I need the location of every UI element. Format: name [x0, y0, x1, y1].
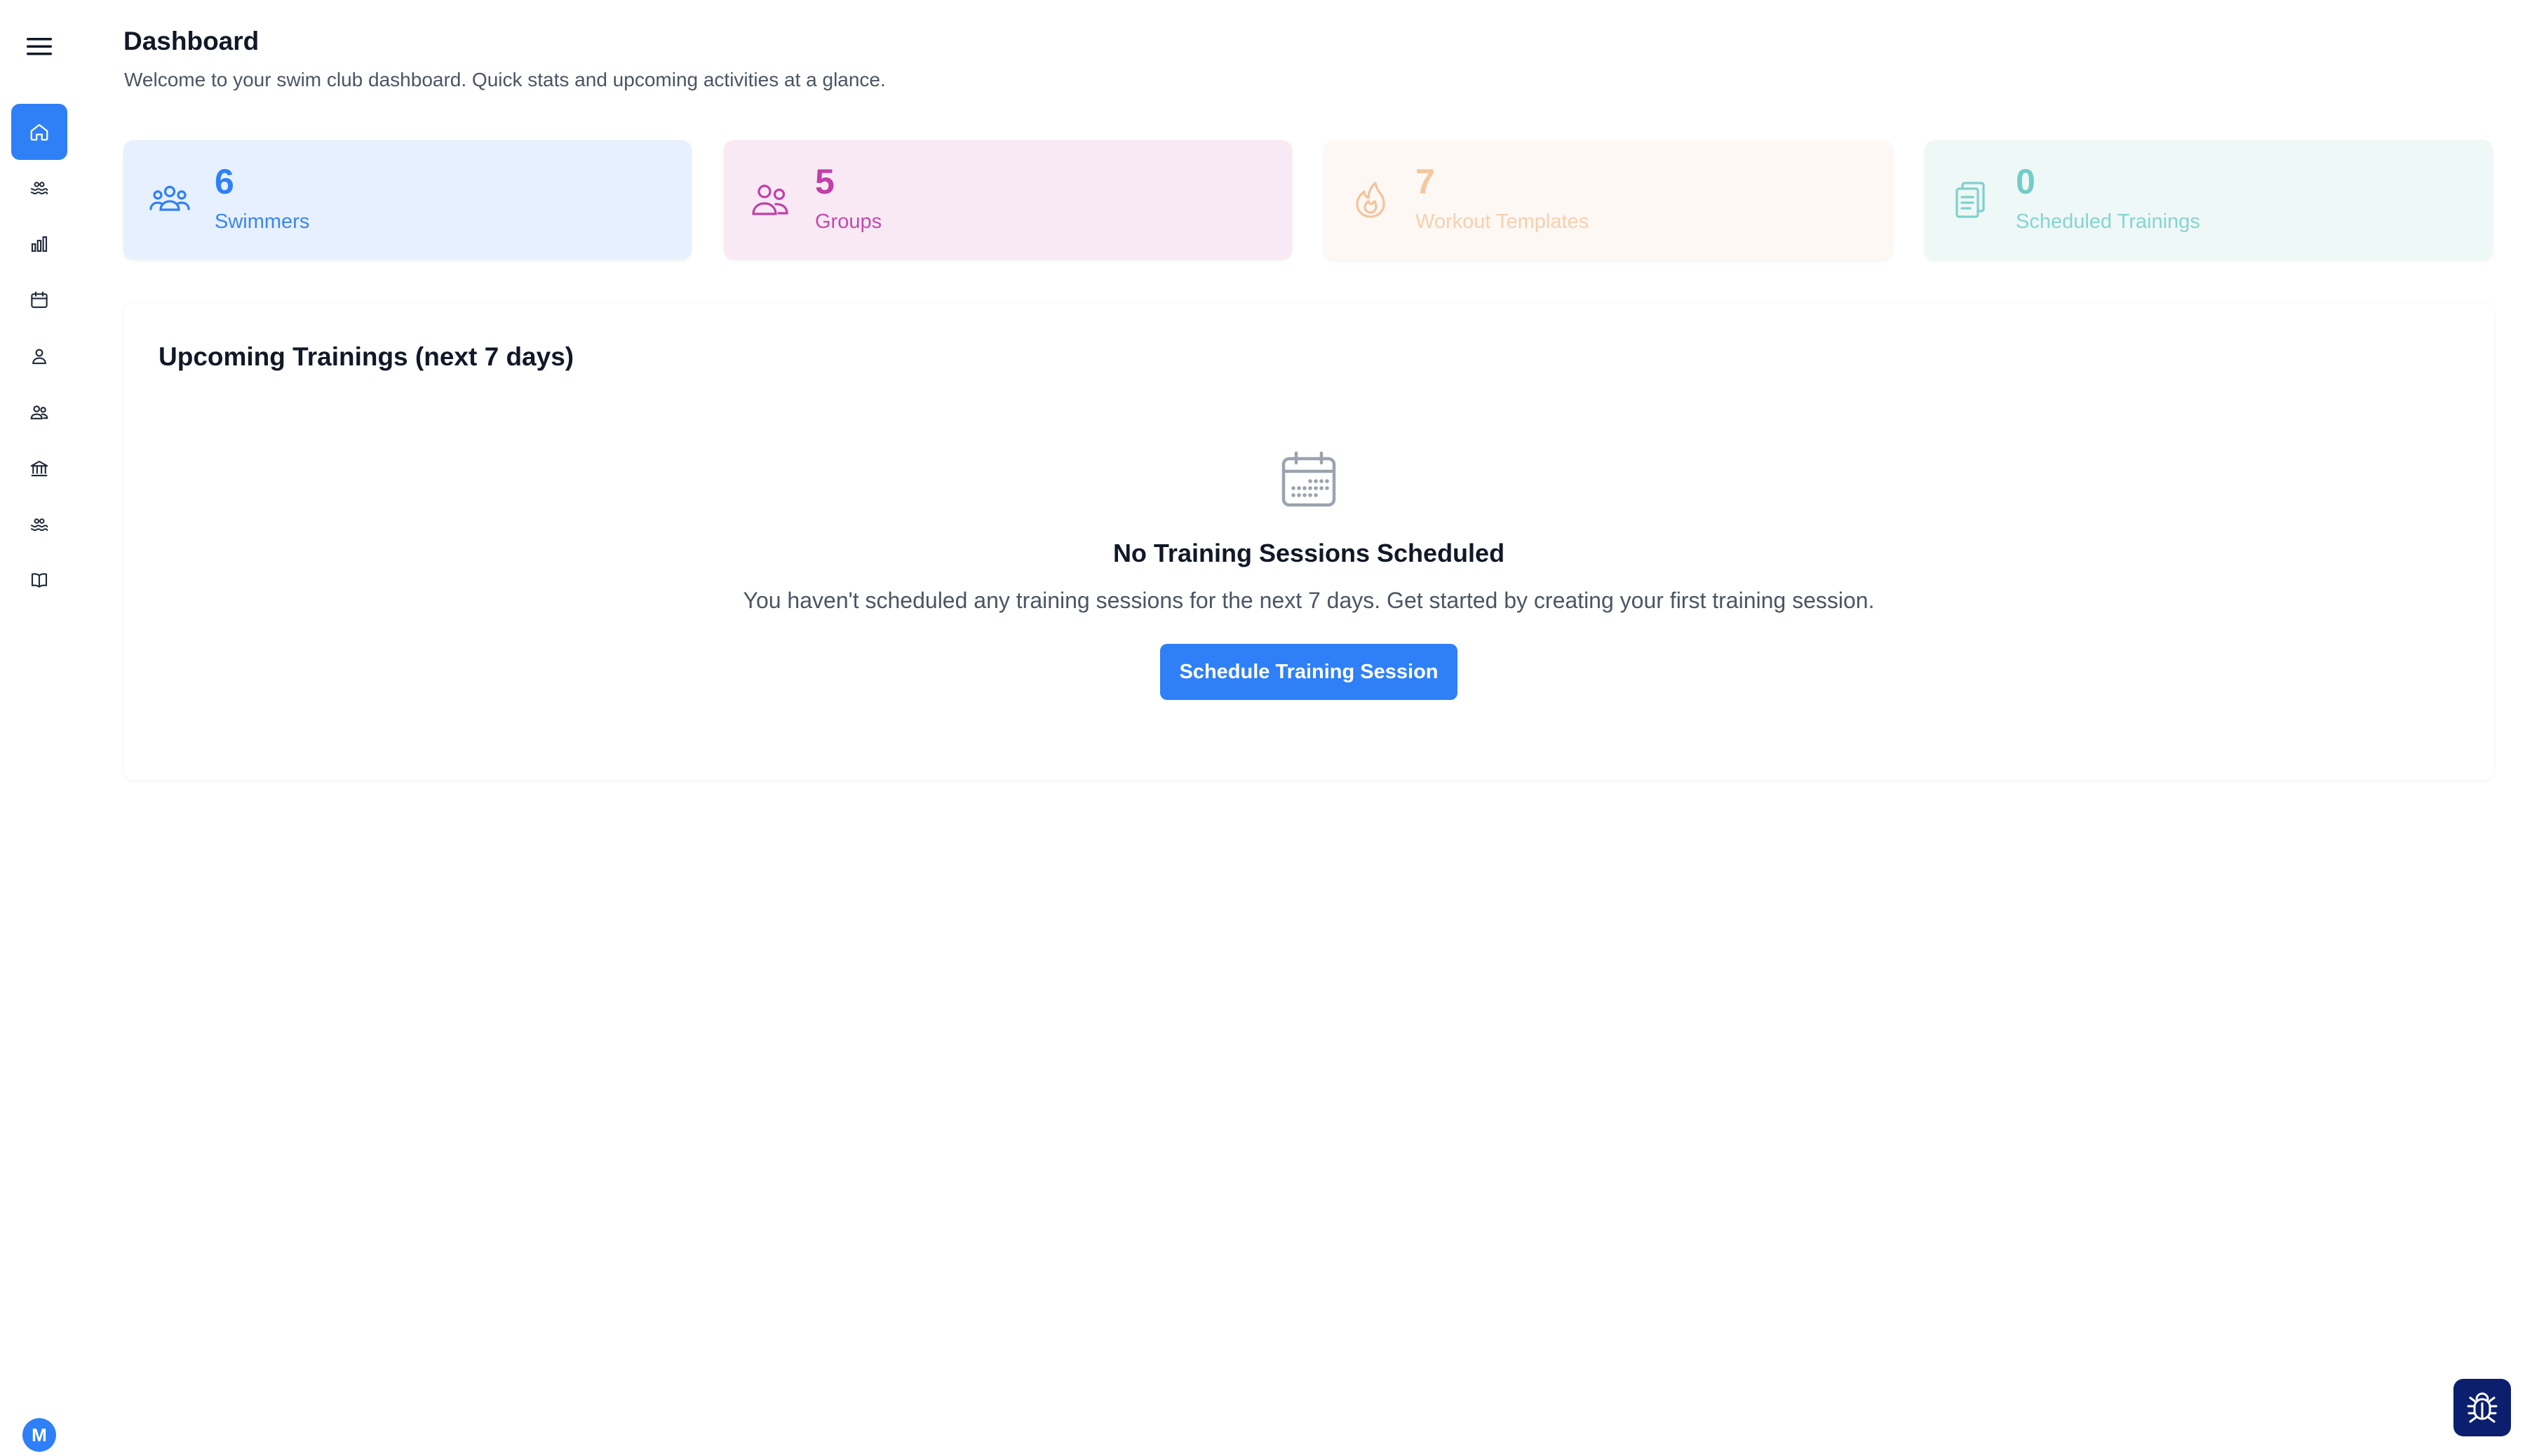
stat-value: 5: [815, 162, 835, 201]
panel-title: Upcoming Trainings (next 7 days): [159, 342, 574, 371]
stat-card-groups[interactable]: 5 Groups: [724, 140, 1292, 259]
page-subtitle: Welcome to your swim club dashboard. Qui…: [124, 69, 886, 90]
empty-state-title: No Training Sessions Scheduled: [1112, 539, 1505, 567]
sidebar-item-home[interactable]: [11, 104, 67, 160]
schedule-training-button[interactable]: Schedule Training Session: [1160, 644, 1457, 700]
user-icon: [32, 349, 46, 365]
app-root: M Dashboard Welcome to your swim club da…: [0, 0, 2525, 1456]
sidebar-item-profile[interactable]: [11, 328, 67, 384]
building-icon: [30, 460, 48, 477]
stat-label: Workout Templates: [1415, 210, 1589, 233]
sidebar-item-club[interactable]: [11, 440, 67, 497]
sidebar-item-swim-sessions[interactable]: [11, 497, 67, 553]
flame-icon: [1348, 177, 1393, 222]
calendar-icon: [1278, 449, 1340, 511]
clipboard-icon: [1948, 177, 1993, 222]
stat-label: Groups: [815, 210, 882, 233]
stat-value: 0: [2016, 162, 2035, 201]
sidebar-item-swimmers[interactable]: [11, 160, 67, 216]
bar-chart-icon: [31, 236, 48, 252]
stat-card-scheduled-trainings[interactable]: 0 Scheduled Trainings: [1925, 140, 2493, 259]
sidebar-item-library[interactable]: [11, 553, 67, 609]
stat-value: 7: [1415, 162, 1435, 201]
book-icon: [31, 573, 48, 588]
users-icon: [30, 405, 48, 419]
page-title: Dashboard: [123, 27, 260, 55]
sidebar-item-calendar[interactable]: [11, 272, 67, 328]
calendar-icon: [31, 291, 48, 309]
stat-value: 6: [215, 162, 234, 201]
menu-toggle-button[interactable]: [20, 31, 59, 62]
swimmer-icon: [30, 518, 48, 532]
stat-card-workout-templates[interactable]: 7 Workout Templates: [1324, 140, 1892, 259]
users-icon: [748, 177, 793, 222]
home-icon: [30, 123, 48, 141]
sidebar: M: [0, 0, 79, 1456]
stat-card-swimmers[interactable]: 6 Swimmers: [123, 140, 692, 259]
sidebar-item-groups[interactable]: [11, 384, 67, 440]
empty-state-description: You haven't scheduled any training sessi…: [743, 588, 1875, 613]
users-group-icon: [147, 177, 192, 222]
stat-label: Scheduled Trainings: [2016, 210, 2200, 233]
upcoming-trainings-panel: Upcoming Trainings (next 7 days) No Trai…: [123, 303, 2494, 780]
bug-icon: [2467, 1392, 2498, 1423]
bug-report-button[interactable]: [2453, 1379, 2511, 1436]
stat-label: Swimmers: [215, 210, 310, 233]
swimmer-icon: [30, 182, 48, 195]
user-avatar[interactable]: M: [22, 1418, 56, 1452]
hamburger-menu-icon: [27, 38, 52, 55]
sidebar-item-analytics[interactable]: [11, 216, 67, 272]
